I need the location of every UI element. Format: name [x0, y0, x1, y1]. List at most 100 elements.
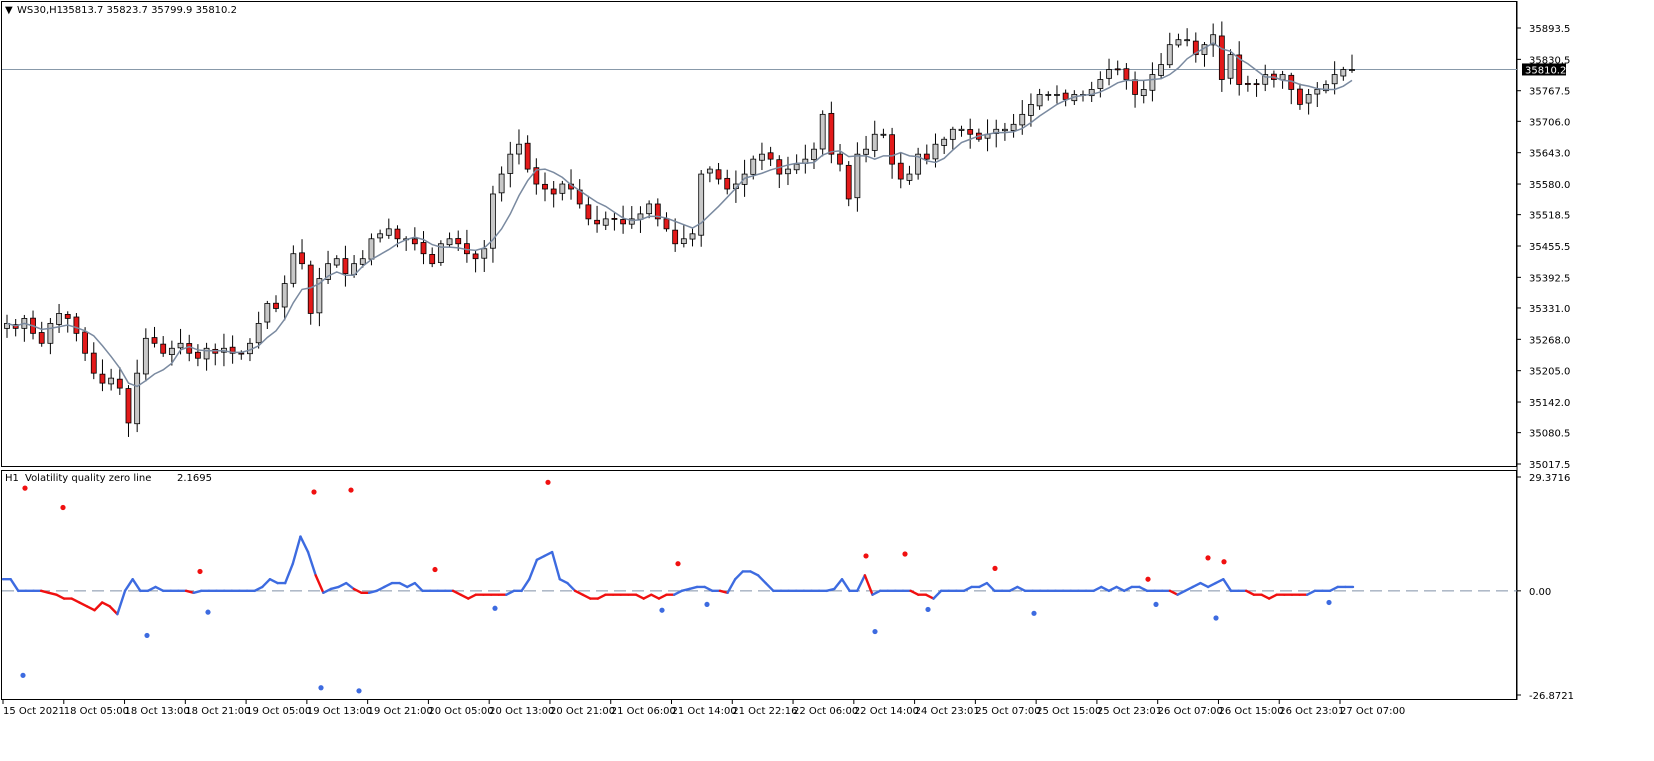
- candle-body: [290, 253, 297, 284]
- candle-body: [195, 351, 201, 359]
- price-tick-label: 35893.5: [1529, 24, 1570, 35]
- price-tick: 35205.0: [1517, 367, 1570, 378]
- candle: [437, 240, 444, 266]
- candle-body: [750, 158, 757, 175]
- candle-body: [524, 142, 531, 170]
- price-tick-label: 35643.0: [1529, 149, 1570, 160]
- candle-body: [1218, 35, 1225, 80]
- candle-body: [785, 168, 791, 175]
- candle-body: [238, 352, 245, 355]
- candle-body: [672, 229, 679, 245]
- chart-canvas[interactable]: ▼ WS30,H1 35813.7 35823.7 35799.9 35810.…: [0, 0, 1654, 761]
- candle-body: [281, 283, 288, 308]
- price-tick-label: 35392.5: [1529, 273, 1570, 284]
- candle-body: [73, 316, 80, 334]
- menu-dropdown-icon[interactable]: ▼: [5, 5, 13, 16]
- time-tick-label: 18 Oct 21:00: [185, 706, 250, 717]
- price-tick: 35518.5: [1517, 211, 1570, 222]
- price-tick: 35580.0: [1517, 180, 1570, 191]
- candle-body: [168, 347, 175, 356]
- signal-dot: [197, 568, 203, 575]
- candle-body: [1140, 89, 1147, 97]
- price-pane-frame: [1, 1, 1517, 467]
- candle-body: [142, 337, 149, 375]
- candle-body: [47, 322, 54, 344]
- candle-body: [299, 252, 305, 265]
- candle-body: [611, 218, 618, 220]
- candle-body: [1349, 69, 1355, 71]
- candle-body: [38, 332, 45, 344]
- candle-body: [429, 254, 436, 265]
- price-tick: 35080.5: [1517, 429, 1570, 440]
- candle-body: [854, 153, 861, 199]
- price-tick: 35142.0: [1517, 398, 1570, 409]
- time-tick-label: 21 Oct 14:00: [672, 706, 737, 717]
- signal-dot: [205, 609, 211, 615]
- signal-dot: [1213, 615, 1219, 621]
- price-tick-label: 35205.0: [1529, 367, 1570, 378]
- signal-dot: [1153, 601, 1159, 608]
- candle-body: [481, 248, 488, 259]
- candle-body: [594, 219, 600, 225]
- candle-body: [759, 153, 765, 161]
- signal-dot: [20, 672, 26, 678]
- time-tick: 20 Oct 13:00: [488, 700, 554, 717]
- candle-body: [1166, 44, 1173, 66]
- candle-body: [333, 258, 340, 266]
- candle-body: [706, 168, 713, 174]
- price-tick: 35893.5: [1517, 24, 1570, 35]
- time-tick: 20 Oct 21:00: [549, 700, 615, 717]
- signal-dot: [1326, 599, 1332, 606]
- candle-body: [108, 377, 115, 385]
- signal-dot: [992, 565, 998, 571]
- candle-body: [1010, 123, 1017, 131]
- candle-body: [793, 163, 800, 171]
- price-tick-label: 35580.0: [1529, 180, 1570, 191]
- candle-body: [455, 238, 462, 245]
- time-tick-label: 18 Oct 05:00: [64, 706, 129, 717]
- indicator-name: Volatility quality zero line: [25, 473, 151, 484]
- signal-dot: [1205, 555, 1211, 561]
- price-tick: 35455.5: [1517, 242, 1570, 253]
- time-tick-label: 22 Oct 14:00: [854, 706, 919, 717]
- candle-body: [663, 218, 670, 230]
- price-tick-label: 35142.0: [1529, 398, 1570, 409]
- candle-body: [116, 378, 123, 389]
- candle-body: [359, 258, 366, 265]
- signal-dot: [659, 607, 665, 613]
- time-tick-label: 21 Oct 06:00: [611, 706, 676, 717]
- price-tick-label: 35017.5: [1529, 460, 1570, 471]
- candle-body: [828, 112, 835, 155]
- signal-dot: [863, 553, 869, 559]
- candle-body: [446, 238, 453, 246]
- time-tick: 15 Oct 2021: [2, 700, 65, 717]
- time-tick-label: 26 Oct 07:00: [1158, 706, 1223, 717]
- signal-dot: [1221, 559, 1227, 565]
- candle-body: [385, 228, 392, 236]
- current-price-label: 35810.2: [1525, 65, 1566, 76]
- price-tick: 35268.0: [1517, 335, 1570, 346]
- time-tick: 21 Oct 06:00: [610, 700, 676, 717]
- candle-body: [273, 302, 279, 309]
- signal-dot: [311, 489, 317, 495]
- candle-body: [151, 337, 158, 344]
- time-tick-label: 26 Oct 15:00: [1218, 706, 1283, 717]
- candle-body: [64, 314, 71, 319]
- candle-body: [1305, 94, 1312, 104]
- candle-body: [880, 133, 887, 136]
- candle-body: [342, 258, 349, 275]
- candle: [698, 170, 705, 247]
- time-tick: 25 Oct 23:01: [1096, 700, 1162, 717]
- candle-body: [1184, 39, 1191, 42]
- price-tick-label: 35706.0: [1529, 117, 1570, 128]
- time-tick: 19 Oct 05:00: [245, 700, 311, 717]
- candle-body: [845, 164, 852, 200]
- candle-body: [264, 303, 271, 323]
- candle-body: [1132, 79, 1138, 95]
- time-tick-label: 27 Oct 07:00: [1340, 706, 1405, 717]
- time-tick-label: 25 Oct 23:01: [1097, 706, 1162, 717]
- candle-body: [125, 388, 132, 424]
- signal-dot: [144, 632, 150, 639]
- candle-body: [255, 322, 262, 344]
- price-tick-label: 35518.5: [1529, 211, 1570, 222]
